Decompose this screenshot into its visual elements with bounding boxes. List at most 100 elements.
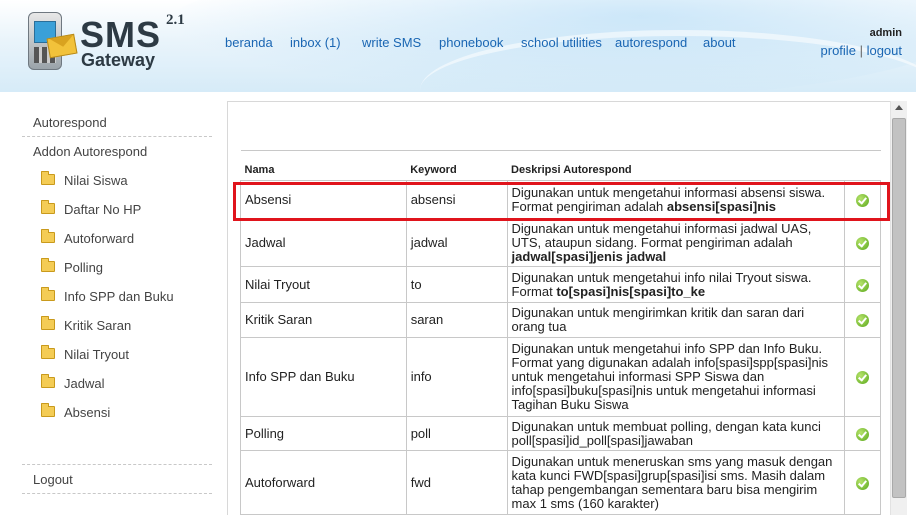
cell-nama: Jadwal — [240, 219, 407, 267]
cell-status — [844, 302, 881, 338]
cell-nama: Nilai Tryout — [240, 266, 407, 303]
cell-keyword: absensi — [405, 180, 508, 220]
table-row[interactable]: Kritik Saran saran Digunakan untuk mengi… — [240, 302, 881, 338]
table-row[interactable]: Nilai Tryout to Digunakan untuk mengetah… — [240, 266, 881, 303]
cell-status — [844, 416, 881, 451]
sidebar-item-absensi[interactable]: Absensi — [22, 398, 212, 427]
sidebar-item-label: Daftar No HP — [64, 202, 142, 217]
cell-description: Digunakan untuk mengetahui informasi abs… — [506, 180, 846, 220]
cell-nama: Autoforward — [240, 450, 407, 515]
check-circle-icon[interactable] — [856, 237, 869, 251]
cell-description: Digunakan untuk meneruskan sms yang masu… — [506, 450, 846, 515]
folder-icon — [41, 200, 55, 214]
sidebar-item-label: Jadwal — [64, 376, 105, 391]
cell-description: Digunakan untuk membuat polling, dengan … — [506, 416, 846, 451]
envelope-icon — [46, 33, 78, 59]
sidebar: Autorespond Addon Autorespond Nilai Sisw… — [22, 108, 212, 494]
nav-write-sms[interactable]: write SMS — [362, 35, 421, 50]
column-header-keyword: Keyword — [406, 150, 508, 181]
scrollbar-thumb[interactable] — [892, 118, 906, 498]
sidebar-item-label: Autoforward — [64, 231, 135, 246]
cell-keyword: to — [405, 266, 508, 303]
sidebar-item-kritik-saran[interactable]: Kritik Saran — [22, 311, 212, 340]
nav-about[interactable]: about — [703, 35, 736, 50]
check-circle-icon[interactable] — [856, 427, 869, 441]
logo-subword: Gateway — [81, 50, 156, 70]
cell-description: Digunakan untuk mengirimkan kritik dan s… — [506, 302, 846, 338]
nav-autorespond[interactable]: autorespond — [615, 35, 687, 50]
cell-nama: Polling — [240, 416, 407, 451]
nav-school-utilities[interactable]: school utilities — [521, 35, 602, 50]
logout-link[interactable]: logout — [867, 43, 902, 58]
vertical-scrollbar[interactable] — [890, 101, 907, 515]
cell-description: Digunakan untuk mengetahui informasi jad… — [506, 219, 846, 267]
table-row[interactable]: Polling poll Digunakan untuk membuat pol… — [240, 416, 881, 451]
check-circle-icon[interactable] — [856, 194, 869, 208]
cell-status — [844, 337, 881, 417]
folder-icon — [41, 287, 55, 301]
table-row[interactable]: Absensi absensi Digunakan untuk mengetah… — [240, 180, 881, 220]
table-row[interactable]: Autoforward fwd Digunakan untuk menerusk… — [240, 450, 881, 515]
sidebar-item-autorespond[interactable]: Autorespond — [22, 108, 212, 137]
user-link-separator: | — [859, 43, 863, 58]
cell-status — [844, 180, 881, 220]
folder-icon — [41, 403, 55, 417]
cell-description: Digunakan untuk mengetahui info nilai Tr… — [506, 266, 846, 303]
sidebar-item-label: Nilai Siswa — [64, 173, 128, 188]
cell-status — [844, 266, 881, 303]
cell-description: Digunakan untuk mengetahui info SPP dan … — [506, 337, 846, 417]
cell-nama: Info SPP dan Buku — [240, 337, 407, 417]
check-circle-icon[interactable] — [856, 476, 869, 490]
sidebar-item-nilai-tryout[interactable]: Nilai Tryout — [22, 340, 212, 369]
sidebar-item-info-spp[interactable]: Info SPP dan Buku — [22, 282, 212, 311]
profile-link[interactable]: profile — [821, 43, 856, 58]
logo-version: 2.1 — [166, 12, 185, 28]
sidebar-item-label: Nilai Tryout — [64, 347, 130, 362]
autorespond-table: Nama Keyword Deskripsi Autorespond Absen… — [240, 150, 881, 515]
sidebar-item-nilai-siswa[interactable]: Nilai Siswa — [22, 166, 212, 195]
folder-icon — [41, 316, 55, 330]
cell-status — [844, 219, 881, 267]
cell-keyword: fwd — [405, 450, 508, 515]
sidebar-section-addon[interactable]: Addon Autorespond — [22, 137, 212, 166]
folder-icon — [41, 345, 55, 359]
cell-keyword: saran — [405, 302, 508, 338]
check-circle-icon[interactable] — [856, 371, 869, 385]
app-header: SMS Gateway 2.1 beranda inbox (1) write … — [0, 0, 916, 92]
cell-keyword: jadwal — [405, 219, 508, 267]
table-row[interactable]: Info SPP dan Buku info Digunakan untuk m… — [240, 337, 881, 417]
username: admin — [869, 27, 902, 39]
sidebar-item-daftar-no-hp[interactable]: Daftar No HP — [22, 195, 212, 224]
cell-keyword: info — [405, 337, 508, 417]
nav-phonebook[interactable]: phonebook — [439, 35, 503, 50]
nav-beranda[interactable]: beranda — [225, 35, 273, 50]
folder-icon — [41, 374, 55, 388]
cell-status — [844, 450, 881, 515]
user-links: profile | logout — [821, 42, 902, 60]
column-header-status — [844, 150, 881, 181]
table-header-row: Nama Keyword Deskripsi Autorespond — [240, 150, 881, 181]
folder-icon — [41, 229, 55, 243]
table-row[interactable]: Jadwal jadwal Digunakan untuk mengetahui… — [240, 219, 881, 267]
sidebar-item-label: Kritik Saran — [64, 318, 132, 333]
user-box: admin profile | logout — [821, 27, 902, 60]
sidebar-item-label: Polling — [64, 260, 104, 275]
cell-nama: Absensi — [240, 180, 407, 220]
sidebar-item-logout[interactable]: Logout — [22, 465, 212, 494]
check-circle-icon[interactable] — [856, 314, 869, 328]
sidebar-item-polling[interactable]: Polling — [22, 253, 212, 282]
check-circle-icon[interactable] — [856, 278, 869, 292]
cell-nama: Kritik Saran — [240, 302, 407, 338]
column-header-deskripsi: Deskripsi Autorespond — [507, 150, 845, 181]
app-logo[interactable]: SMS Gateway 2.1 — [20, 10, 220, 80]
scroll-up-arrow-icon[interactable] — [895, 105, 903, 110]
sidebar-item-jadwal[interactable]: Jadwal — [22, 369, 212, 398]
nav-inbox[interactable]: inbox (1) — [290, 35, 341, 50]
sidebar-item-autoforward[interactable]: Autoforward — [22, 224, 212, 253]
folder-icon — [41, 171, 55, 185]
sidebar-item-label: Absensi — [64, 405, 111, 420]
cell-keyword: poll — [405, 416, 508, 451]
sidebar-divider — [22, 427, 212, 465]
folder-icon — [41, 258, 55, 272]
column-header-nama: Nama — [240, 150, 407, 181]
